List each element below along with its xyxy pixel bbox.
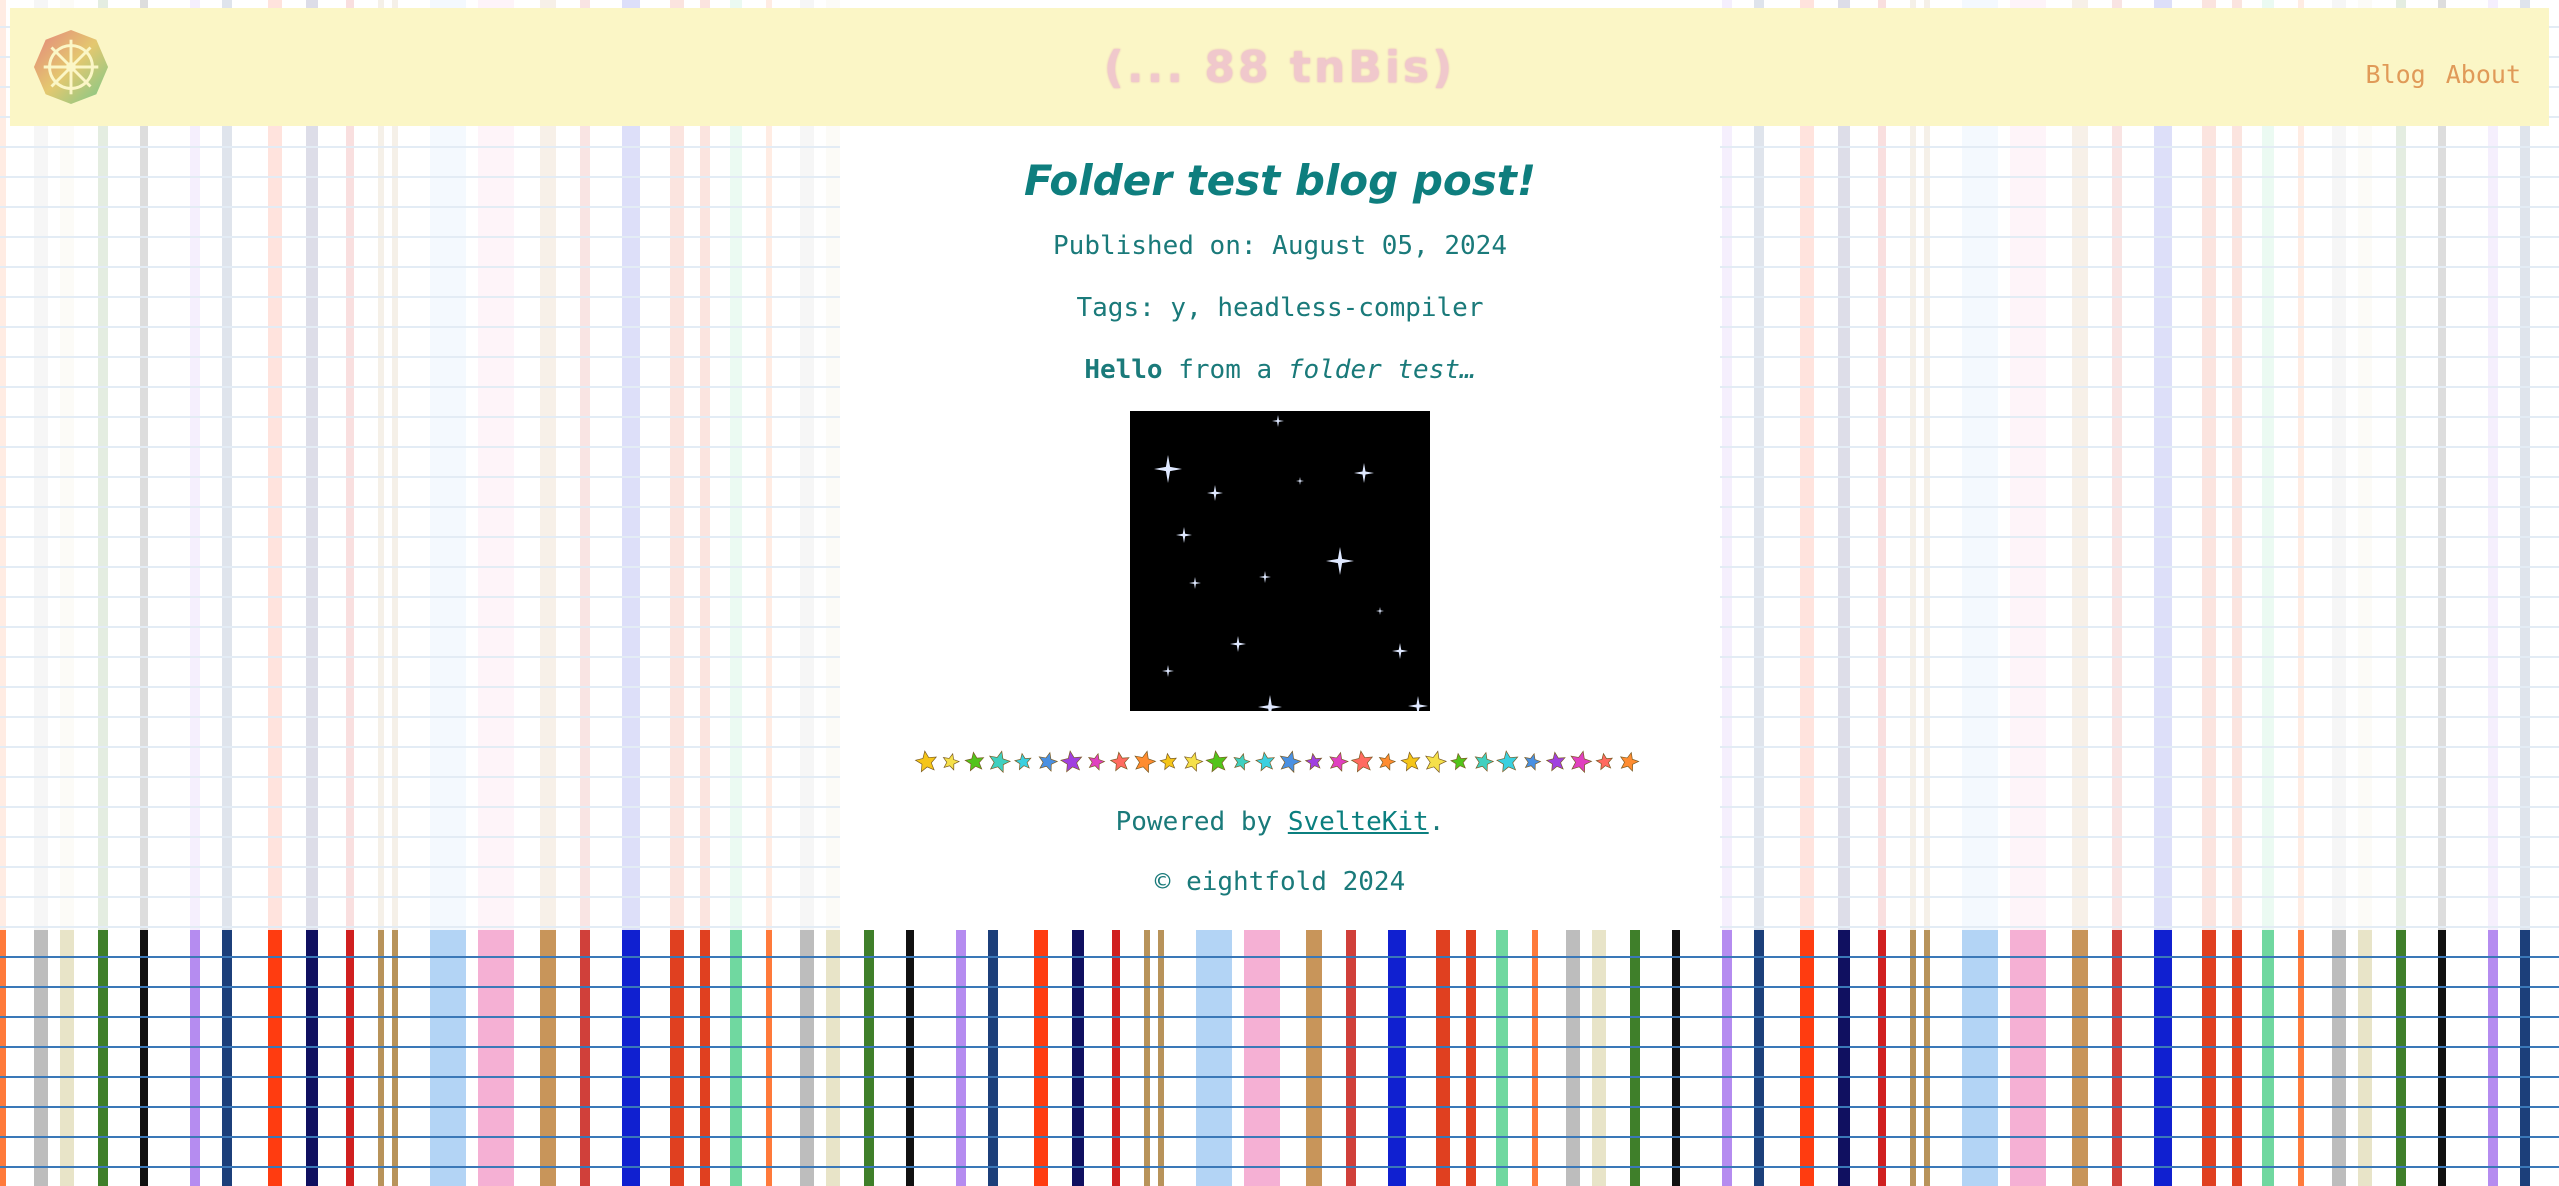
tags-list: y, headless-compiler — [1170, 293, 1484, 323]
star-icon — [1450, 752, 1468, 771]
star-icon — [1205, 750, 1228, 773]
star-icon — [1545, 751, 1566, 772]
star-icon — [1570, 750, 1593, 774]
powered-suffix: . — [1428, 807, 1445, 837]
star-icon — [988, 750, 1012, 774]
hello-middle: from a — [1162, 355, 1288, 385]
star-icon — [964, 751, 985, 772]
site-header: (... 88 tnBis) Blog About — [10, 8, 2549, 126]
published-line: Published on: August 05, 2024 — [840, 231, 1720, 261]
hello-bold: Hello — [1084, 355, 1163, 385]
star-icon — [1134, 750, 1157, 774]
post-title: Folder test blog post! — [1024, 156, 1536, 205]
star-icon — [1474, 751, 1495, 772]
published-date: August 05, 2024 — [1272, 231, 1507, 261]
star-icon — [942, 752, 961, 771]
star-icon — [1304, 752, 1323, 771]
tags-prefix: Tags: — [1076, 293, 1155, 323]
star-icon — [1109, 751, 1130, 772]
star-divider — [914, 750, 1640, 774]
sveltekit-link[interactable]: SvelteKit — [1288, 807, 1429, 837]
star-icon — [1233, 752, 1251, 771]
post-body-paragraph: Hello from a folder test… — [840, 355, 1720, 385]
hello-italic: folder test… — [1287, 355, 1476, 385]
star-icon — [1255, 751, 1276, 772]
copyright: © eightfold 2024 — [1154, 867, 1406, 897]
star-icon — [1400, 751, 1421, 772]
nav-about-link[interactable]: About — [2446, 60, 2521, 89]
star-icon — [1014, 752, 1032, 771]
star-icon — [914, 750, 938, 773]
star-icon — [1329, 751, 1349, 772]
tags-line: Tags: y, headless-compiler — [840, 293, 1720, 323]
star-icon — [1619, 751, 1640, 772]
star-icon — [1087, 752, 1106, 771]
site-title[interactable]: (... 88 tnBis) — [10, 42, 2549, 93]
star-icon — [1183, 751, 1204, 772]
star-icon — [1059, 750, 1083, 773]
main-nav: Blog About — [2366, 60, 2521, 89]
star-icon — [1159, 752, 1178, 771]
star-icon — [1279, 750, 1302, 774]
star-icon — [1524, 752, 1542, 771]
star-icon — [1595, 752, 1614, 771]
star-icon — [1496, 750, 1519, 773]
nav-blog-link[interactable]: Blog — [2366, 60, 2426, 89]
powered-by-line: Powered by SvelteKit. — [840, 807, 1720, 837]
star-icon — [1378, 752, 1397, 771]
post-main: Folder test blog post! Published on: Aug… — [840, 140, 1720, 897]
star-icon — [1425, 750, 1448, 774]
star-icon — [1350, 750, 1374, 773]
powered-prefix: Powered by — [1115, 807, 1288, 837]
star-icon — [1038, 751, 1059, 772]
published-prefix: Published on: — [1053, 231, 1257, 261]
starfield-image — [1130, 411, 1430, 711]
